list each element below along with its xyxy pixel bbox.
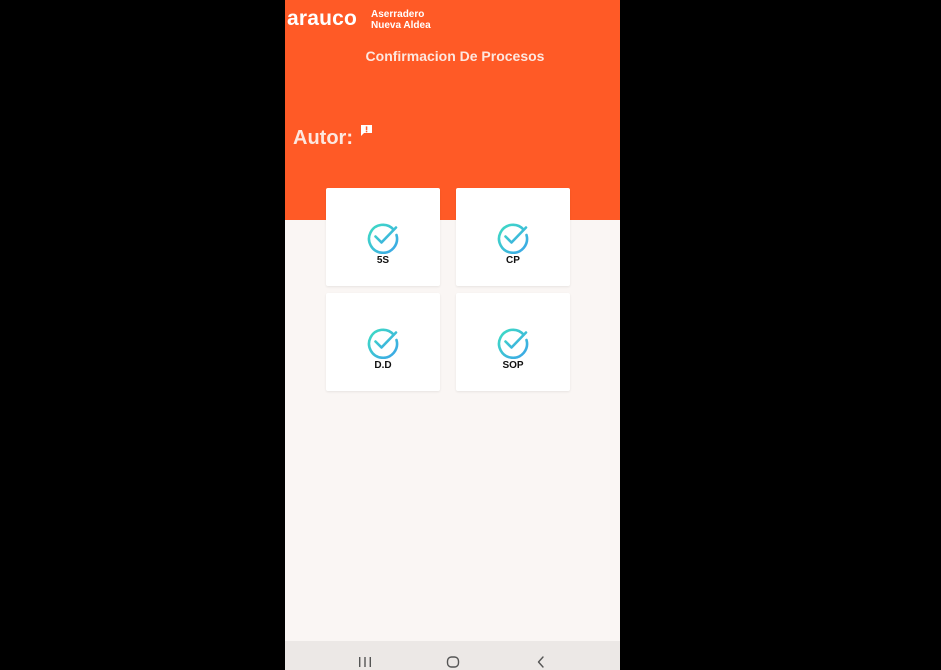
tile-5s[interactable]: 5S [326, 188, 440, 286]
header: arauco Aserradero Nueva Aldea Confirmaci… [285, 0, 620, 220]
plant-name-line1: Aserradero [371, 9, 425, 20]
check-circle-icon [497, 328, 529, 359]
check-circle-icon [497, 223, 529, 254]
check-circle-icon [367, 223, 399, 254]
recent-apps-icon[interactable] [353, 649, 377, 669]
page-title: Confirmacion De Procesos [365, 48, 545, 64]
home-icon[interactable] [441, 649, 465, 669]
plant-name: Aserradero Nueva Aldea [371, 9, 431, 31]
author-label: Autor: [293, 127, 353, 149]
check-circle-icon [367, 328, 399, 359]
brand-logo: arauco [287, 7, 358, 30]
plant-name-line2: Nueva Aldea [371, 20, 431, 31]
tile-label: SOP [502, 360, 524, 371]
tile-label: CP [506, 255, 520, 266]
phone-screen: arauco Aserradero Nueva Aldea Confirmaci… [285, 0, 620, 670]
system-nav-bar [285, 641, 620, 670]
alert-feedback-icon[interactable] [360, 124, 373, 137]
tile-label: 5S [376, 255, 390, 266]
tile-label: D.D [374, 360, 392, 371]
tile-cp[interactable]: CP [456, 188, 570, 286]
tile-sop[interactable]: SOP [456, 293, 570, 391]
tile-dd[interactable]: D.D [326, 293, 440, 391]
back-icon[interactable] [529, 649, 553, 669]
